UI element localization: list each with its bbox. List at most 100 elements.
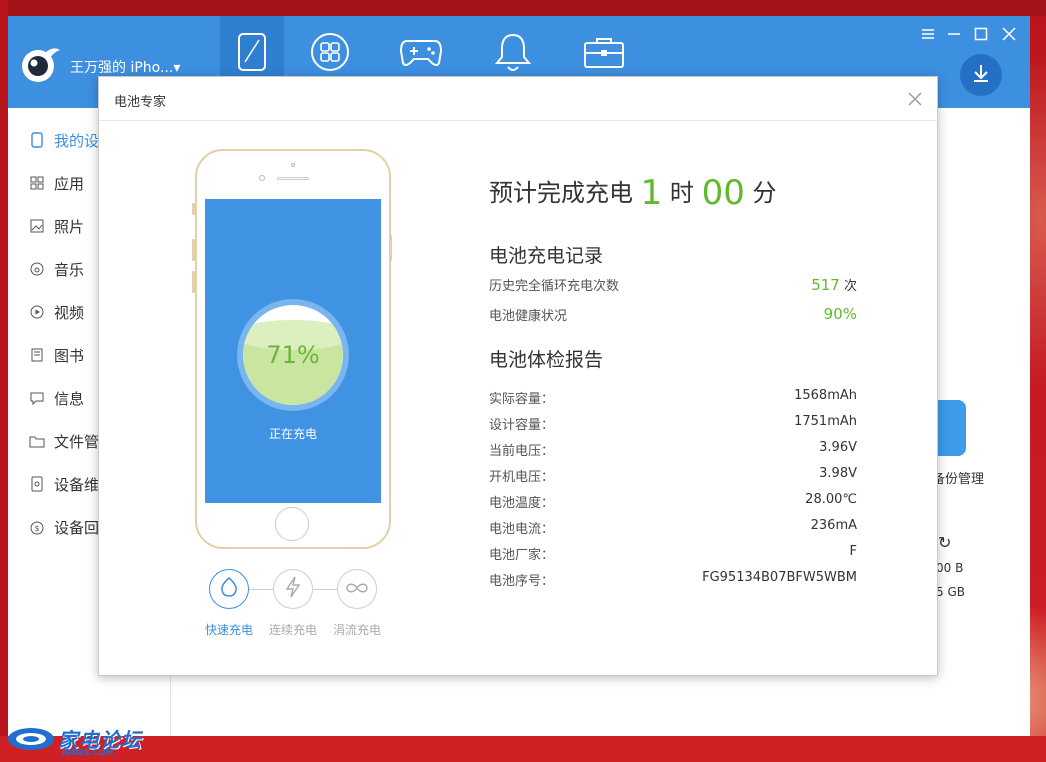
gamepad-icon [399,35,443,73]
sidebar-item-label: 信息 [54,389,85,408]
minimize-icon[interactable] [944,24,964,44]
refresh-icon[interactable]: ↻ [938,533,951,552]
charge-eta: 预计完成充电 1 时 00 分 [489,173,776,213]
watermark-logo-icon [8,728,54,750]
report-row-label: 开机电压： [489,470,555,485]
battery-expert-dialog: 电池专家 71% 正在充电 快速充电 连续充电 涓流充电 预计完成充电 1 时 … [98,76,938,676]
report-row: 设计容量： 1751mAh [489,414,857,434]
backup-label[interactable]: 备份管理 [932,468,984,487]
video-icon [28,303,46,321]
report-row-label: 当前电压： [489,444,555,459]
fast-charge-label[interactable]: 快速充电 [199,621,259,638]
sidebar-item-files[interactable]: 文件管 [28,429,99,453]
sidebar-item-photos[interactable]: 照片 [28,214,84,238]
folder-icon [28,432,46,450]
book-icon [28,346,46,364]
phone-mute-switch [192,203,195,215]
phone-camera [259,175,265,181]
report-row: 开机电压： 3.98V [489,466,857,486]
report-row-label: 电池温度： [489,496,555,511]
dialog-header: 电池专家 [99,77,937,121]
eta-hours: 1 [640,173,663,213]
report-row-value: 3.98V [819,466,857,481]
report-row: 电池电流： 236mA [489,518,857,538]
report-row: 电池序号： FG95134B07BFW5WBM [489,570,857,590]
sidebar-item-label: 文件管 [54,432,100,451]
forum-watermark: 家电论坛 JDBBS.COM [6,720,146,760]
menu-icon[interactable] [918,24,938,44]
drop-icon [219,575,239,603]
phone-screen: 71% 正在充电 [205,199,381,503]
battery-gauge-inner: 71% [243,305,343,405]
message-icon [28,389,46,407]
charge-mode-selector: 快速充电 连续充电 涓流充电 [205,569,389,639]
toolbox-icon [583,35,625,73]
recycle-icon: $ [28,518,46,536]
desktop-top-strip [0,0,1046,16]
battery-health-label: 电池健康状况 [489,309,568,324]
sidebar-item-books[interactable]: 图书 [28,343,84,367]
report-row-value: 3.96V [819,440,857,455]
bell-icon [493,31,533,77]
trickle-charge-button[interactable] [337,569,377,609]
phone-power-button [389,235,392,261]
eta-prefix: 预计完成充电 [489,179,633,207]
phone-speaker [277,177,309,180]
phone-sensor [291,163,295,167]
download-icon [970,62,992,88]
music-icon [28,260,46,278]
watermark-subtext: JDBBS.COM [62,748,114,757]
battery-health-value: 90% [823,305,857,323]
sidebar-item-label: 设备回 [54,518,100,537]
report-row-value: FG95134B07BFW5WBM [702,570,857,585]
download-manager-button[interactable] [960,54,1002,96]
continuous-charge-button[interactable] [273,569,313,609]
cycle-count-label: 历史完全循环充电次数 [489,279,620,294]
sidebar-item-label: 我的设 [54,131,100,150]
cycle-count: 517 次 [811,275,857,294]
sidebar-item-recycle[interactable]: $ 设备回 [28,515,99,539]
charging-status: 正在充电 [268,427,317,441]
fast-charge-button[interactable] [209,569,249,609]
sidebar-item-label: 音乐 [54,260,85,279]
phone-volume-down [192,271,195,293]
app-logo-icon [18,44,62,84]
sidebar-item-my-device[interactable]: 我的设 [28,128,99,152]
sidebar-item-video[interactable]: 视频 [28,300,84,324]
sidebar-item-maintenance[interactable]: 设备维 [28,472,99,496]
report-row-label: 电池序号： [489,574,555,589]
close-icon[interactable] [999,24,1019,44]
charge-record-title: 电池充电记录 [489,245,604,267]
report-row: 电池厂家： F [489,544,857,564]
trickle-charge-label[interactable]: 涓流充电 [327,621,387,638]
battery-percent: 71% [266,341,320,369]
sidebar-item-music[interactable]: 音乐 [28,257,84,281]
svg-text:$: $ [34,524,39,533]
sidebar-item-label: 设备维 [54,475,100,494]
device-name-dropdown[interactable]: 王万强的 iPho...▾ [70,57,180,77]
mode-connector [249,589,273,590]
battery-health-row: 电池健康状况 90% [489,305,857,325]
report-row-value: 28.00℃ [805,492,857,507]
report-row-value: F [849,544,857,559]
infinity-icon [344,580,370,599]
cycle-count-unit: 次 [843,279,857,294]
size-used: 00 B [936,561,964,575]
eta-minute-unit: 分 [752,179,777,207]
desktop-bottom-strip [0,736,1046,762]
sidebar-item-messages[interactable]: 信息 [28,386,84,410]
sidebar-item-apps[interactable]: 应用 [28,171,84,195]
dialog-close-icon[interactable] [905,89,925,109]
apps-grid-icon [28,174,46,192]
lightning-icon [283,575,303,603]
report-title: 电池体检报告 [489,349,604,371]
photo-icon [28,217,46,235]
apps-grid-icon [310,32,350,76]
report-row-label: 电池电流： [489,522,555,537]
continuous-charge-label[interactable]: 连续充电 [263,621,323,638]
report-row: 当前电压： 3.96V [489,440,857,460]
phone-icon [28,131,46,149]
maximize-icon[interactable] [971,24,991,44]
phone-home-button [275,507,309,541]
report-row-value: 1751mAh [794,414,857,429]
